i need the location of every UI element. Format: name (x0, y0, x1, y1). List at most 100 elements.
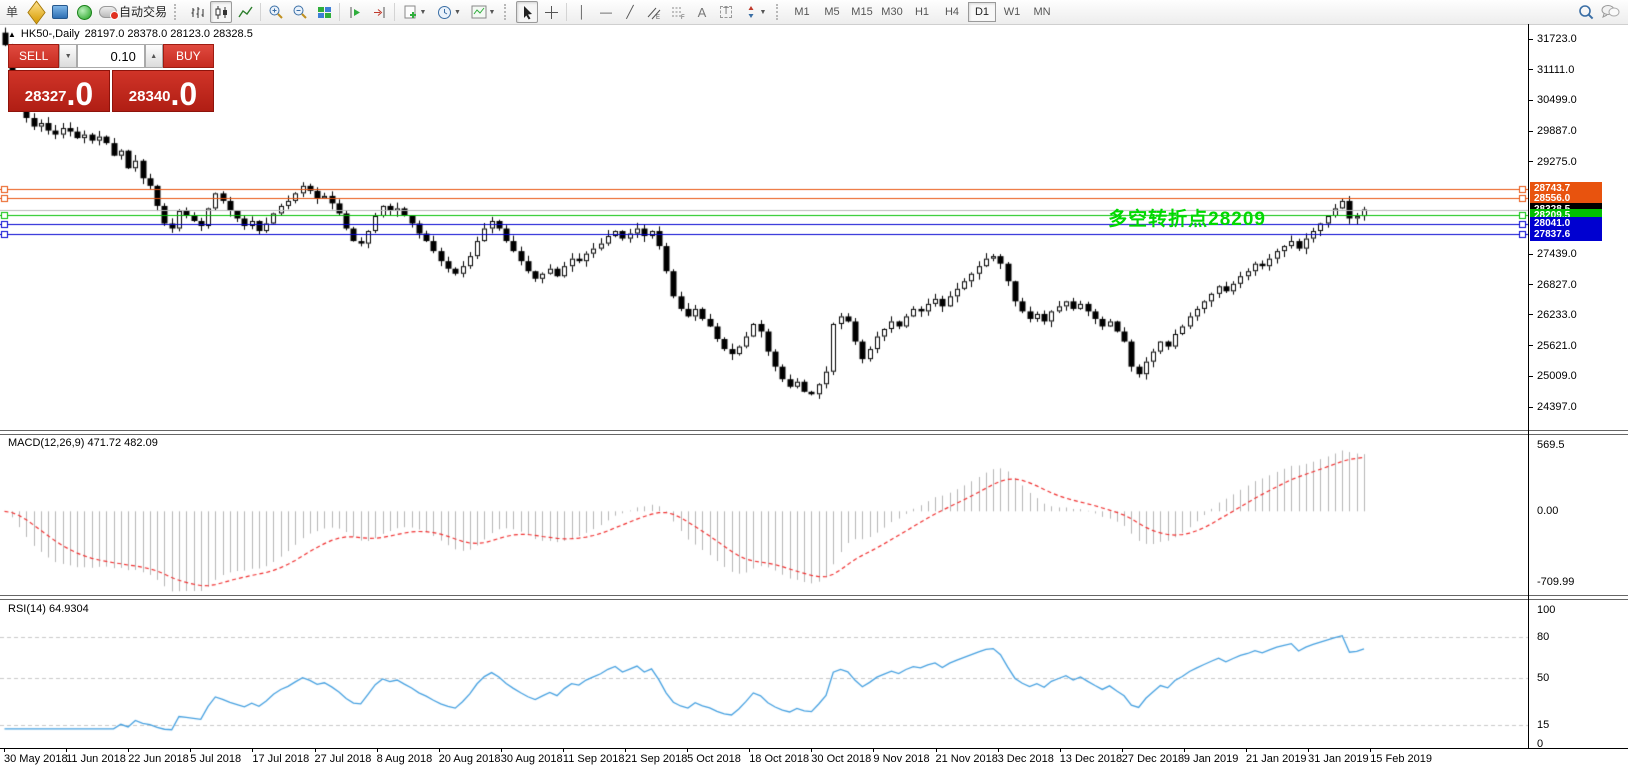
sell-button[interactable]: SELL (8, 44, 59, 68)
price-tick: 25009.0 (1537, 370, 1577, 382)
chevron-down-icon: ▼ (489, 9, 496, 16)
auto-scroll-icon[interactable] (344, 1, 366, 23)
chevron-down-icon: ▼ (454, 9, 461, 16)
rsi-label: RSI(14) 64.9304 (8, 603, 89, 615)
market-watch-icon[interactable] (25, 1, 47, 23)
date-tick-label: 11 Sep 2018 (563, 753, 625, 765)
sell-price-fraction: .0 (67, 82, 94, 108)
trendline-icon[interactable]: ╱ (619, 1, 641, 23)
price-tick: 25621.0 (1537, 340, 1577, 352)
new-chart-button[interactable]: ▼ (399, 1, 431, 23)
date-tick-label: 17 Jul 2018 (252, 753, 309, 765)
rsi-tick: 80 (1537, 631, 1549, 643)
date-tick-label: 21 Nov 2018 (936, 753, 998, 765)
date-tick-label: 31 Jan 2019 (1308, 753, 1369, 765)
sell-price-box[interactable]: 28327 .0 (8, 70, 110, 112)
date-tick-label: 11 Jun 2018 (66, 753, 126, 765)
price-tick: 26827.0 (1537, 279, 1577, 291)
bar-chart-icon[interactable] (186, 1, 208, 23)
volume-input[interactable]: 0.10 (77, 44, 145, 68)
rsi-tick: 0 (1537, 738, 1543, 750)
pivot-annotation[interactable]: 多空转折点28209 (1108, 204, 1266, 231)
periods-button[interactable]: ▼ (433, 1, 465, 23)
timeframe-w1[interactable]: W1 (998, 2, 1026, 22)
panel-separator[interactable] (0, 595, 1628, 600)
chart-shift-icon[interactable] (368, 1, 390, 23)
rsi-tick: 100 (1537, 604, 1555, 616)
date-tick-label: 27 Dec 2018 (1122, 753, 1184, 765)
date-tick-label: 9 Jan 2019 (1184, 753, 1238, 765)
date-tick-label: 9 Nov 2018 (873, 753, 929, 765)
timeframe-mn[interactable]: MN (1028, 2, 1056, 22)
timeframe-d1[interactable]: D1 (968, 2, 996, 22)
text-label-icon[interactable]: T (715, 1, 737, 23)
volume-down-button[interactable]: ▼ (59, 44, 77, 68)
terminal-icon[interactable] (49, 1, 71, 23)
svg-text:E: E (656, 15, 660, 20)
vertical-line-icon[interactable]: │ (571, 1, 593, 23)
date-tick-label: 3 Dec 2018 (998, 753, 1054, 765)
panel-separator[interactable] (0, 430, 1628, 435)
rsi-tick: 15 (1537, 719, 1549, 731)
new-order-label: 单 (6, 6, 18, 18)
zoom-in-icon[interactable] (265, 1, 287, 23)
autotrading-icon (99, 6, 117, 18)
svg-text:F: F (681, 15, 685, 20)
date-tick-label: 20 Aug 2018 (439, 753, 501, 765)
toolbar: 单 自动交易 (0, 0, 1628, 25)
rsi-indicator-canvas[interactable] (0, 598, 1528, 748)
text-icon[interactable]: A (691, 1, 713, 23)
date-tick-label: 13 Dec 2018 (1060, 753, 1122, 765)
tile-windows-icon[interactable] (313, 1, 335, 23)
buy-price: 28340 (129, 89, 171, 104)
candlestick-chart-icon[interactable] (210, 1, 232, 23)
price-tick: 27439.0 (1537, 248, 1577, 260)
timeframe-h1[interactable]: H1 (908, 2, 936, 22)
line-chart-icon[interactable] (234, 1, 256, 23)
chat-icon[interactable] (1599, 1, 1621, 23)
fibonacci-icon[interactable]: F (667, 1, 689, 23)
date-tick-label: 30 May 2018 (4, 753, 68, 765)
buy-price-box[interactable]: 28340 .0 (112, 70, 214, 112)
price-line-label: 27837.6 (1530, 228, 1602, 241)
candlestick-chart-canvas[interactable] (0, 24, 1528, 430)
date-tick-label: 15 Feb 2019 (1370, 753, 1432, 765)
date-tick-label: 8 Aug 2018 (377, 753, 433, 765)
autotrading-button[interactable]: 自动交易 (97, 1, 169, 23)
price-tick: 29275.0 (1537, 156, 1577, 168)
timeframe-m15[interactable]: M15 (848, 2, 876, 22)
buy-price-fraction: .0 (171, 82, 198, 108)
timeframe-m1[interactable]: M1 (788, 2, 816, 22)
buy-button[interactable]: BUY (163, 44, 214, 68)
date-tick-label: 21 Jan 2019 (1246, 753, 1307, 765)
search-icon[interactable] (1575, 1, 1597, 23)
new-order-button[interactable]: 单 (1, 1, 23, 23)
equidistant-channel-icon[interactable]: E (643, 1, 665, 23)
crosshair-icon[interactable] (540, 1, 562, 23)
date-tick-label: 5 Oct 2018 (687, 753, 741, 765)
collapse-arrow-icon[interactable]: ▲ (8, 30, 16, 39)
macd-indicator-canvas[interactable] (0, 433, 1528, 595)
chart-title: ▲ HK50-,Daily 28197.0 28378.0 28123.0 28… (8, 28, 253, 40)
mt4-window: 单 自动交易 (0, 0, 1628, 772)
macd-tick: 0.00 (1537, 505, 1558, 517)
macd-label: MACD(12,26,9) 471.72 482.09 (8, 437, 158, 449)
date-tick-label: 22 Jun 2018 (128, 753, 189, 765)
volume-up-button[interactable]: ▲ (145, 44, 163, 68)
templates-button[interactable]: ▼ (467, 1, 499, 23)
signals-icon[interactable] (73, 1, 95, 23)
date-tick-label: 30 Oct 2018 (811, 753, 871, 765)
price-tick: 30499.0 (1537, 94, 1577, 106)
price-tick: 31723.0 (1537, 33, 1577, 45)
arrows-button[interactable]: ▼ (739, 1, 771, 23)
ohlc-values: 28197.0 28378.0 28123.0 28328.5 (85, 28, 253, 40)
timeframe-m5[interactable]: M5 (818, 2, 846, 22)
horizontal-line-icon[interactable]: — (595, 1, 617, 23)
timeframe-h4[interactable]: H4 (938, 2, 966, 22)
cursor-icon[interactable] (516, 1, 538, 23)
one-click-trading-panel: SELL ▼ 0.10 ▲ BUY 28327 .0 28340 .0 (8, 44, 214, 112)
rsi-tick: 50 (1537, 672, 1549, 684)
zoom-out-icon[interactable] (289, 1, 311, 23)
sell-price: 28327 (25, 89, 67, 104)
timeframe-m30[interactable]: M30 (878, 2, 906, 22)
